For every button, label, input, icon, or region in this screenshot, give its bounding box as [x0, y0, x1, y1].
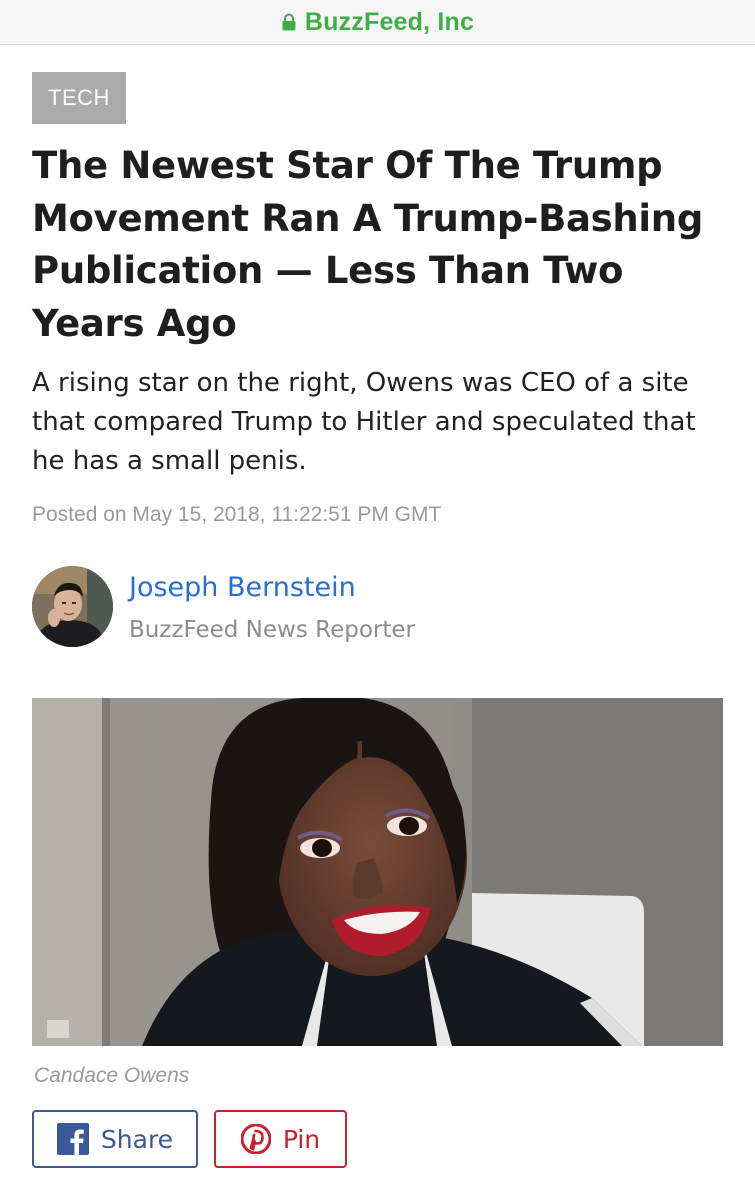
- author-name-link[interactable]: Joseph Bernstein: [129, 572, 356, 603]
- author-avatar[interactable]: [32, 566, 113, 647]
- article-headline: The Newest Star Of The Trump Movement Ra…: [32, 144, 704, 345]
- facebook-icon: [56, 1123, 89, 1155]
- facebook-share-button[interactable]: Share: [32, 1110, 198, 1168]
- category-badge[interactable]: TECH: [32, 72, 126, 124]
- author-title: BuzzFeed News Reporter: [129, 617, 415, 643]
- pinterest-pin-label: Pin: [282, 1124, 321, 1154]
- pinterest-icon: [240, 1124, 271, 1154]
- article-photo: [32, 698, 723, 1046]
- url-bar[interactable]: BuzzFeed, Inc: [0, 0, 755, 45]
- site-name: BuzzFeed, Inc: [304, 7, 475, 36]
- article-timestamp: Posted on May 15, 2018, 11:22:51 PM GMT: [32, 503, 442, 526]
- byline: Joseph Bernstein BuzzFeed News Reporter: [32, 566, 722, 650]
- image-caption: Candace Owens: [34, 1064, 190, 1087]
- lock-icon: [282, 13, 296, 31]
- pinterest-pin-button[interactable]: Pin: [214, 1110, 347, 1168]
- facebook-share-label: Share: [100, 1124, 174, 1154]
- article-dek: A rising star on the right, Owens was CE…: [32, 368, 696, 476]
